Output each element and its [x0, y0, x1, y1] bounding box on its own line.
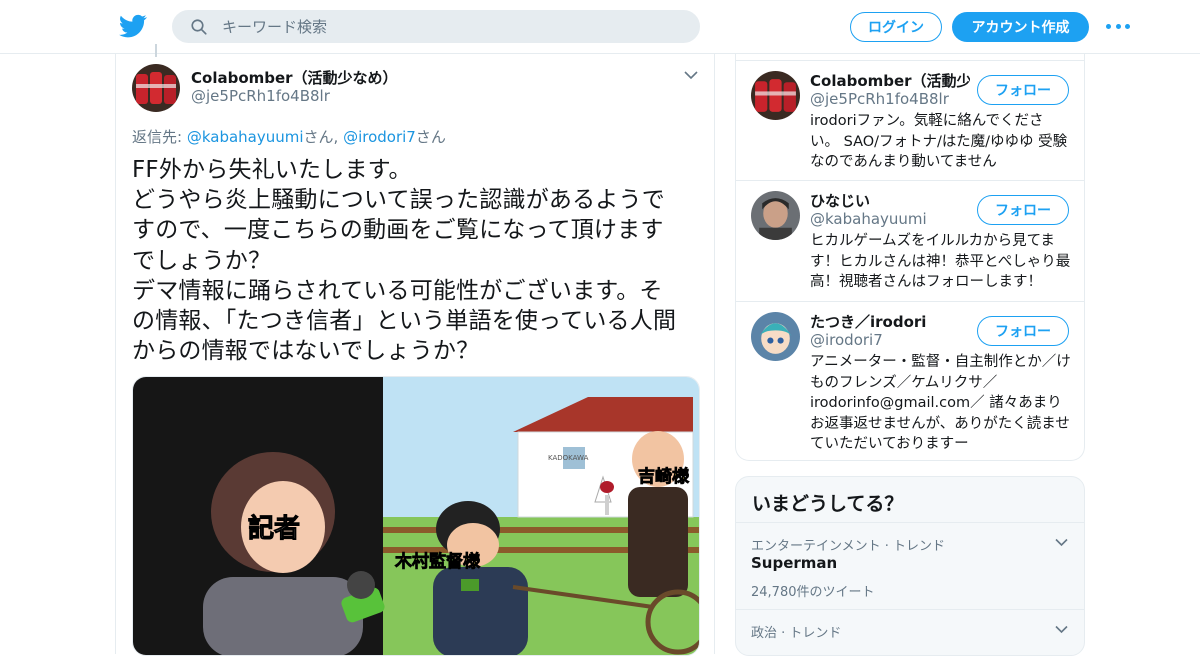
user-avatar[interactable] — [751, 191, 800, 240]
trends-title: いまどうしてる？ — [752, 493, 904, 515]
search-box[interactable] — [172, 10, 700, 43]
user-name[interactable]: たつき／irodori — [810, 311, 926, 332]
media-label-yoshizaki: 吉崎様 — [638, 466, 690, 487]
follow-button[interactable]: フォロー — [977, 316, 1069, 346]
reply-user-link[interactable]: @kabahayuumi — [187, 128, 304, 146]
reply-to-line: 返信先: @kabahayuumiさん, @irodori7さん — [132, 126, 446, 147]
twitter-bird-logo-icon[interactable] — [119, 12, 147, 40]
media-label-reporter: 記者 — [248, 513, 300, 544]
media-building-label: KADOKAWA — [548, 454, 589, 462]
reply-honorific: さん — [415, 128, 446, 146]
chevron-down-icon[interactable] — [684, 70, 698, 80]
reply-user-link[interactable]: @irodori7 — [343, 128, 416, 146]
thread-connector-line — [155, 44, 157, 57]
reply-honorific: さん, — [303, 128, 344, 146]
user-avatar[interactable] — [751, 312, 800, 361]
user-bio: ヒカルゲームズをイルルカから見てます！ヒカルさんは神！恭平とぺしゃり最高！視聴者… — [810, 233, 1071, 290]
who-to-follow-panel: Colabomber（活動少… @je5PcRh1fo4B8lr フォロー ir… — [735, 54, 1085, 461]
more-dots-icon[interactable] — [1106, 20, 1130, 32]
follow-button[interactable]: フォロー — [977, 75, 1069, 105]
user-avatar[interactable] — [751, 71, 800, 120]
follow-button[interactable]: フォロー — [977, 195, 1069, 225]
user-name[interactable]: ひなじい — [810, 190, 870, 211]
user-name[interactable]: Colabomber（活動少… — [810, 70, 970, 91]
trend-category: エンターテインメント · トレンド — [751, 539, 946, 554]
user-card[interactable]: Colabomber（活動少… @je5PcRh1fo4B8lr フォロー ir… — [736, 60, 1084, 180]
user-card[interactable]: たつき／irodori @irodori7 フォロー アニメーター・監督・自主制… — [736, 301, 1084, 460]
trend-category: 政治 · トレンド — [751, 626, 842, 641]
search-icon — [191, 18, 207, 35]
user-handle[interactable]: @kabahayuumi — [810, 210, 927, 228]
signup-button[interactable]: アカウント作成 — [952, 12, 1089, 42]
tweet-author-handle[interactable]: @je5PcRh1fo4B8lr — [191, 87, 330, 105]
trend-tweet-count: 24,780件のツイート — [751, 585, 875, 600]
user-card[interactable]: ひなじい @kabahayuumi フォロー ヒカルゲームズをイルルカから見てま… — [736, 180, 1084, 301]
user-bio: アニメーター・監督・自主制作とか／けものフレンズ／ケムリクサ／irodorinf… — [810, 354, 1071, 452]
user-bio: irodoriファン。気軽に絡んでください。 SAO/フォトナ/はた魔/ゆゆゆ … — [810, 113, 1068, 170]
search-input[interactable] — [222, 17, 662, 36]
top-navigation-bar: ログイン アカウント作成 — [0, 0, 1200, 54]
tweet-detail: Colabomber（活動少なめ） @je5PcRh1fo4B8lr 返信先: … — [115, 44, 715, 656]
trends-panel: いまどうしてる？ エンターテインメント · トレンド Superman 24,7… — [735, 476, 1085, 656]
tweet-media-image[interactable]: KADOKAWA 記者 木村監督様 吉崎様 — [132, 376, 700, 656]
media-label-director: 木村監督様 — [394, 551, 481, 572]
trend-item[interactable]: 政治 · トレンド — [736, 609, 1084, 655]
user-handle[interactable]: @irodori7 — [810, 331, 883, 349]
reply-prefix: 返信先: — [132, 128, 187, 146]
tweet-text: FF外から失礼いたします。 どうやら炎上騒動について誤った認識があるようで すの… — [132, 157, 677, 365]
tweet-author-avatar[interactable] — [132, 64, 180, 112]
chevron-down-icon[interactable] — [1055, 538, 1068, 547]
user-handle[interactable]: @je5PcRh1fo4B8lr — [810, 90, 949, 108]
trend-item[interactable]: エンターテインメント · トレンド Superman 24,780件のツイート — [736, 522, 1084, 609]
login-button[interactable]: ログイン — [850, 12, 942, 42]
trend-name[interactable]: Superman — [751, 554, 837, 572]
tweet-author-name[interactable]: Colabomber（活動少なめ） — [191, 67, 398, 88]
